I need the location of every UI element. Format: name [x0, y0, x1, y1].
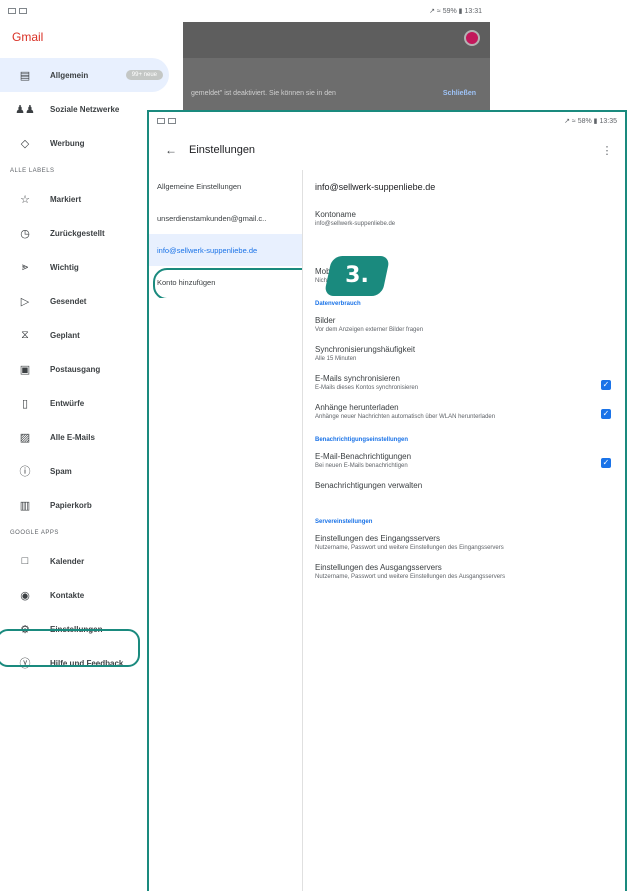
setting-subtitle: Bei neuen E-Mails benachrichtigen [315, 463, 408, 469]
draft-icon: ▯ [21, 397, 29, 410]
drawer-item-label: Markiert [50, 194, 82, 204]
setting-item[interactable]: Benachrichtigungen verwalten [315, 475, 617, 508]
drawer-item-label: Allgemein [50, 70, 89, 80]
drawer-item-label: Kalender [50, 556, 85, 566]
setting-title: Synchronisierungshäufigkeit [315, 345, 416, 354]
account-email-heading: info@sellwerk-suppenliebe.de [315, 182, 436, 192]
checkbox-checked-icon[interactable]: ✓ [601, 380, 611, 390]
drawer-item-label: Wichtig [50, 262, 79, 272]
setting-subtitle: Vor dem Anzeigen externer Bilder fragen [315, 327, 424, 333]
einstellungen-highlight-outline [0, 629, 140, 667]
calendar-icon: □ [21, 555, 29, 567]
setting-item[interactable]: E-Mail-Benachrichtigungen Bei neuen E-Mai… [315, 446, 617, 475]
drawer-item-label: Alle E-Mails [50, 432, 95, 442]
tag-icon: ◇ [20, 137, 30, 150]
setting-title: Einstellungen des Ausgangsservers [315, 563, 442, 572]
setting-title: Einstellungen des Eingangsservers [315, 534, 440, 543]
setting-title: E-Mails synchronisieren [315, 374, 400, 383]
contacts-icon: ◉ [20, 589, 30, 602]
scheduled-icon: ⧖ [21, 328, 29, 341]
spam-icon: ⓘ [19, 466, 31, 478]
account-item-label: Allgemeine Einstellungen [157, 181, 242, 191]
drawer-item-label: Kontakte [50, 590, 85, 600]
setting-subtitle: Anhänge neuer Nachrichten automatisch üb… [315, 414, 496, 420]
checkbox-checked-icon[interactable]: ✓ [601, 458, 611, 468]
app-bar: ← Einstellungen ⋮ [149, 130, 625, 170]
page-title: Einstellungen [189, 144, 256, 156]
status-bar-front: ↗ ≈ 58% ▮ 13:35 [149, 112, 625, 130]
settings-section-header: Benachrichtigungseinstellungen [315, 437, 409, 443]
einstellungen-screenshot: ↗ ≈ 58% ▮ 13:35 ← Einstellungen ⋮ Allgem… [147, 110, 627, 891]
setting-item[interactable]: Einstellungen des Ausgangsservers Nutzern… [315, 557, 617, 586]
setting-subtitle: Nutzername, Passwort und weitere Einstel… [315, 574, 506, 580]
drawer-item-allgemein[interactable]: ▤ Allgemein 99+ neue [0, 58, 169, 92]
star-icon: ☆ [20, 193, 30, 206]
clock-icon: ◷ [20, 227, 30, 240]
important-icon: ⪢ [21, 260, 29, 273]
settings-section-header: Servereinstellungen [315, 519, 373, 525]
step-number: 3. [345, 263, 369, 288]
setting-item[interactable]: Synchronisierungshäufigkeit Alle 15 Minut… [315, 339, 617, 368]
step-badge: 3. [323, 256, 391, 296]
setting-subtitle: info@sellwerk-suppenliebe.de [315, 221, 396, 227]
status-right: ↗ ≈ 59% ▮ 13:31 [429, 8, 482, 15]
more-vert-icon[interactable]: ⋮ [597, 144, 617, 157]
setting-item[interactable]: Einstellungen des Eingangsservers Nutzern… [315, 528, 617, 557]
drawer-item-label: Spam [50, 466, 72, 476]
setting-title: Kontoname [315, 210, 356, 219]
drawer-item-label: Entwürfe [50, 398, 85, 408]
dimmed-search-bar [183, 22, 490, 58]
setting-title: Bilder [315, 316, 336, 325]
account-item-label: info@sellwerk-suppenliebe.de [157, 245, 258, 255]
inbox-icon: ▤ [19, 69, 31, 82]
status-bar: ↗ ≈ 59% ▮ 13:31 [0, 0, 490, 22]
send-icon: ▷ [20, 295, 30, 308]
account-item-label: unserdienstamkunden@gmail.c.. [157, 213, 267, 223]
dismiss-button[interactable]: Schließen [443, 90, 476, 97]
account-item[interactable]: unserdienstamkunden@gmail.c.. [149, 202, 302, 234]
status-right: ↗ ≈ 58% ▮ 13:35 [564, 118, 617, 125]
setting-subtitle: Nutzername, Passwort und weitere Einstel… [315, 545, 504, 551]
setting-subtitle: Alle 15 Minuten [315, 356, 357, 362]
account-item[interactable]: info@sellwerk-suppenliebe.de [149, 234, 302, 266]
status-icons-left [8, 8, 27, 14]
setting-item[interactable]: Bilder Vor dem Anzeigen externer Bilder f… [315, 310, 617, 339]
unread-badge: 99+ neue [125, 70, 163, 80]
dimmed-notice-text: gemeldet" ist deaktiviert. Sie können si… [191, 90, 336, 97]
status-icons-left [157, 118, 176, 124]
drawer-item-label: Werbung [50, 138, 85, 148]
drawer-item-label: Papierkorb [50, 500, 92, 510]
trash-icon: ▥ [19, 499, 31, 512]
dimmed-inbox: gemeldet" ist deaktiviert. Sie können si… [183, 22, 490, 122]
setting-item[interactable]: Anhänge herunterladen Anhänge neuer Nachr… [315, 397, 617, 426]
setting-subtitle: E-Mails dieses Kontos synchronisieren [315, 385, 419, 391]
back-arrow-icon[interactable]: ← [157, 143, 185, 157]
avatar[interactable] [464, 30, 480, 46]
setting-title: Anhänge herunterladen [315, 403, 399, 412]
setting-item[interactable]: E-Mails synchronisieren E-Mails dieses Ko… [315, 368, 617, 397]
add-account-highlight-outline [153, 268, 302, 298]
drawer-item-label: Postausgang [50, 364, 101, 374]
drawer-item-label: Soziale Netzwerke [50, 104, 120, 114]
setting-item[interactable]: Kontoname info@sellwerk-suppenliebe.de [315, 204, 617, 233]
outbox-icon: ▣ [19, 363, 31, 376]
drawer-item-label: Gesendet [50, 296, 87, 306]
add-account-item[interactable]: Konto hinzufügen [149, 266, 302, 298]
setting-title: Benachrichtigungen verwalten [315, 481, 423, 490]
people-icon: ♟♟ [15, 103, 35, 116]
account-item[interactable]: Allgemeine Einstellungen [149, 170, 302, 202]
drawer-item-label: Zurückgestellt [50, 228, 105, 238]
account-list: Allgemeine Einstellungen unserdienstamkun… [149, 170, 303, 891]
drawer-title: Gmail [12, 30, 44, 44]
all-mail-icon: ▨ [19, 431, 31, 444]
setting-title: E-Mail-Benachrichtigungen [315, 452, 412, 461]
drawer-item-label: Geplant [50, 330, 80, 340]
checkbox-checked-icon[interactable]: ✓ [601, 409, 611, 419]
